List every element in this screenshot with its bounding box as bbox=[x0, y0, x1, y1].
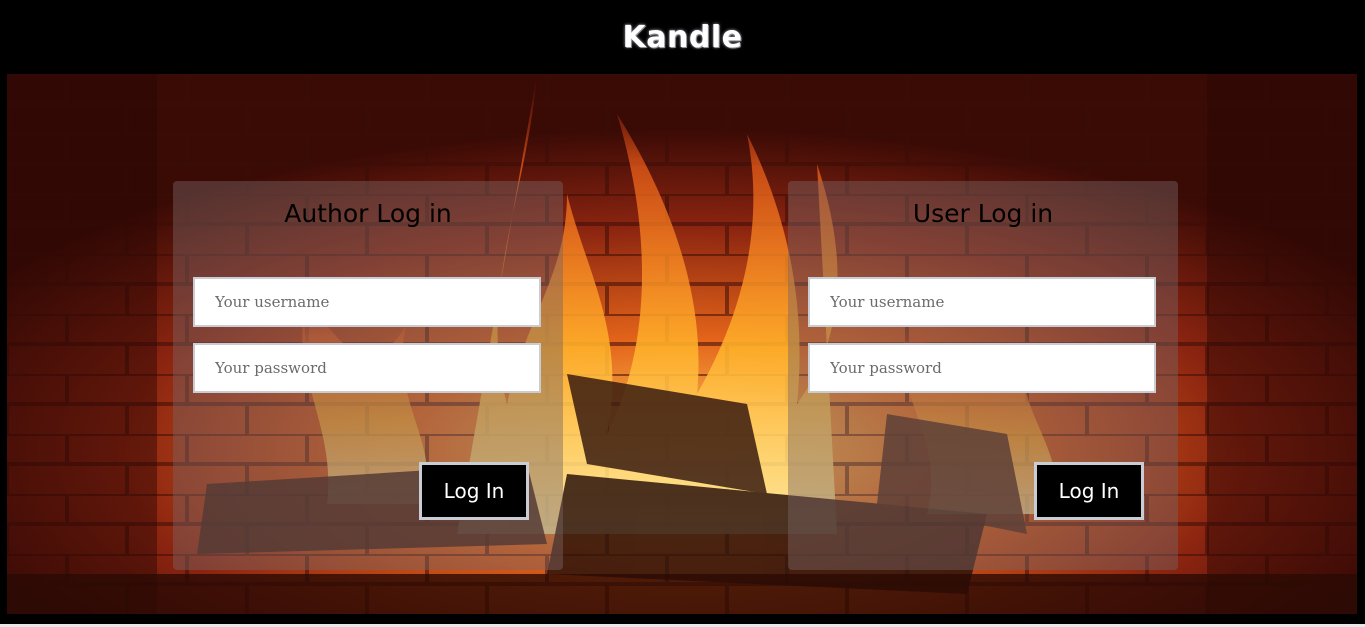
author-username-field bbox=[193, 277, 541, 327]
user-password-field bbox=[808, 343, 1156, 393]
user-username-input[interactable] bbox=[810, 279, 1154, 325]
user-login-title: User Log in bbox=[912, 199, 1054, 228]
app-title: Kandle bbox=[622, 20, 743, 55]
author-password-input[interactable] bbox=[195, 345, 539, 391]
author-password-field bbox=[193, 343, 541, 393]
top-bar: Kandle bbox=[0, 0, 1365, 74]
user-username-field bbox=[808, 277, 1156, 327]
author-login-title: Author Log in bbox=[284, 199, 452, 228]
author-login-button[interactable]: Log In bbox=[419, 462, 529, 520]
author-login-panel: Author Log in Log In bbox=[173, 181, 563, 570]
author-username-input[interactable] bbox=[195, 279, 539, 325]
user-login-button[interactable]: Log In bbox=[1034, 462, 1144, 520]
user-login-panel: User Log in Log In bbox=[788, 181, 1178, 570]
user-password-input[interactable] bbox=[810, 345, 1154, 391]
